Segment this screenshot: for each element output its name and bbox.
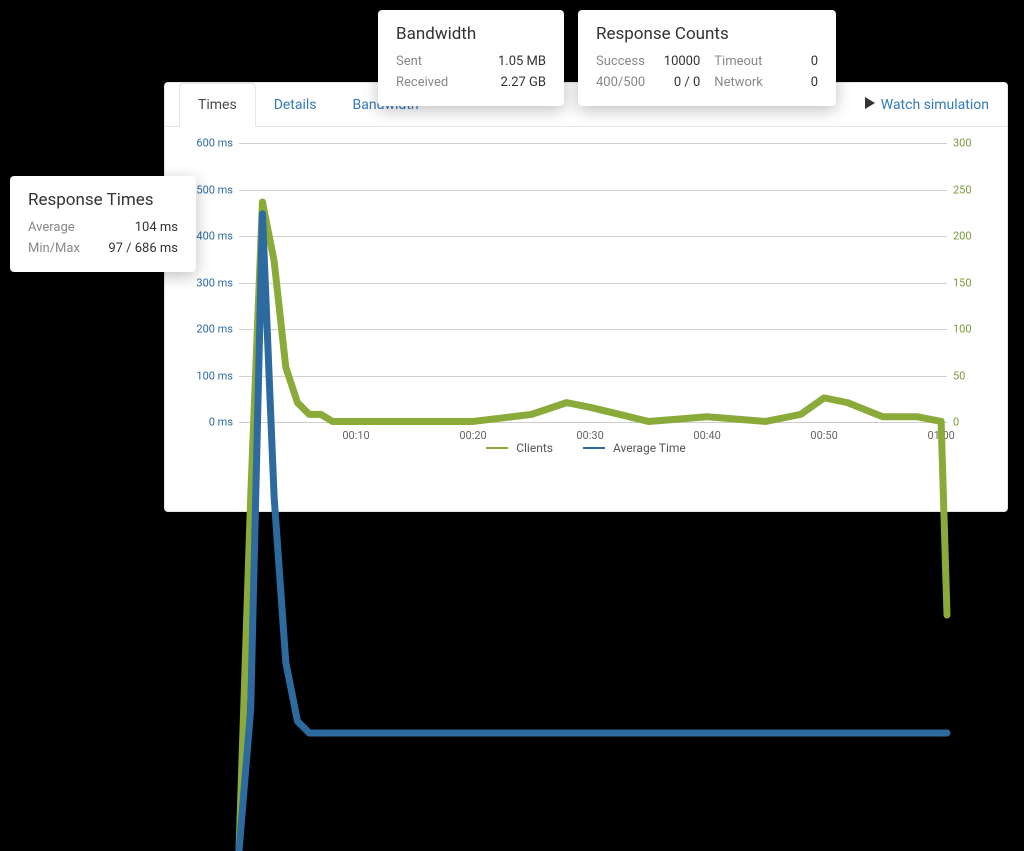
y-right-tick: 200: [953, 230, 987, 243]
watch-label: Watch simulation: [881, 97, 989, 113]
watch-simulation-link[interactable]: Watch simulation: [865, 97, 993, 113]
avg-label: Average: [28, 220, 94, 235]
legend: Clients Average Time: [185, 441, 987, 455]
y-left-tick: 200 ms: [185, 323, 233, 336]
recv-label: Received: [396, 75, 484, 90]
legend-swatch-clients: [486, 447, 508, 449]
y-right-tick: 300: [953, 137, 987, 150]
timeout-label: Timeout: [714, 54, 763, 69]
network-label: Network: [714, 75, 763, 90]
card-title: Response Times: [28, 190, 178, 210]
tab-details[interactable]: Details: [256, 83, 335, 127]
network-value: 0: [777, 75, 818, 90]
y-right-tick: 50: [953, 369, 987, 382]
legend-clients: Clients: [486, 441, 553, 455]
err-value: 0 / 0: [659, 75, 700, 90]
sent-label: Sent: [396, 54, 484, 69]
plot-area: 0 ms0100 ms50200 ms100300 ms150400 ms200…: [239, 143, 947, 423]
legend-avg: Average Time: [583, 441, 686, 455]
play-icon: [865, 97, 875, 113]
chart-panel: Times Details Bandwidth Watch simulation…: [164, 82, 1008, 512]
sent-value: 1.05 MB: [498, 54, 546, 69]
line-clients: [239, 202, 947, 851]
minmax-value: 97 / 686 ms: [108, 241, 178, 256]
success-label: Success: [596, 54, 645, 69]
err-label: 400/500: [596, 75, 645, 90]
y-left-tick: 600 ms: [185, 137, 233, 150]
recv-value: 2.27 GB: [498, 75, 546, 90]
y-left-tick: 100 ms: [185, 369, 233, 382]
card-title: Bandwidth: [396, 24, 546, 44]
card-bandwidth: Bandwidth Sent 1.05 MB Received 2.27 GB: [378, 10, 564, 106]
avg-value: 104 ms: [108, 220, 178, 235]
y-left-tick: 300 ms: [185, 276, 233, 289]
line-average-time: [239, 214, 947, 851]
success-value: 10000: [659, 54, 700, 69]
y-right-tick: 100: [953, 323, 987, 336]
y-right-tick: 150: [953, 276, 987, 289]
timeout-value: 0: [777, 54, 818, 69]
legend-swatch-avg: [583, 447, 605, 449]
card-response-times: Response Times Average 104 ms Min/Max 97…: [10, 176, 196, 272]
tab-times[interactable]: Times: [179, 83, 256, 127]
legend-label-avg: Average Time: [613, 441, 686, 455]
card-title: Response Counts: [596, 24, 818, 44]
y-right-tick: 250: [953, 183, 987, 196]
chart-area: 0 ms0100 ms50200 ms100300 ms150400 ms200…: [185, 143, 987, 461]
y-left-tick: 0 ms: [185, 416, 233, 429]
card-response-counts: Response Counts Success 10000 Timeout 0 …: [578, 10, 836, 106]
legend-label-clients: Clients: [516, 441, 553, 455]
minmax-label: Min/Max: [28, 241, 94, 256]
y-right-tick: 0: [953, 416, 987, 429]
